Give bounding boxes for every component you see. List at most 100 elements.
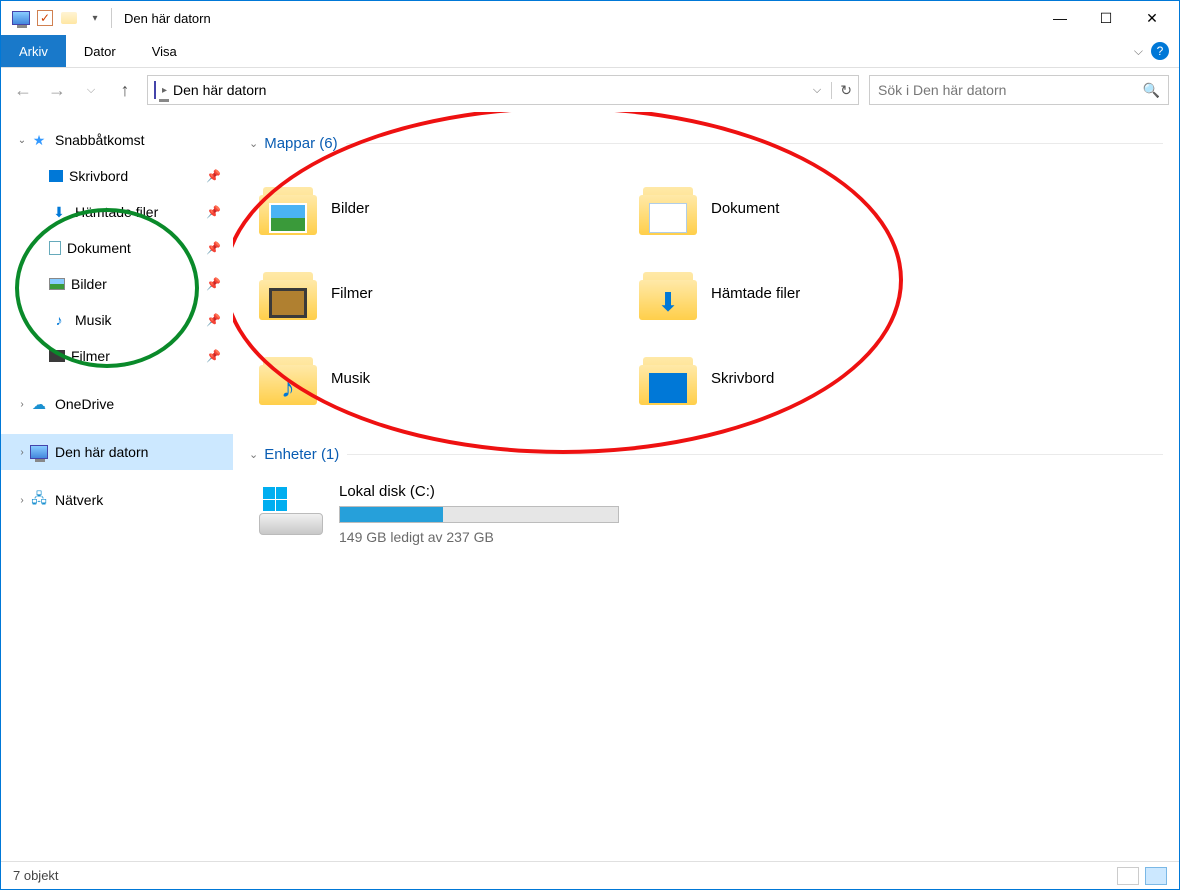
chevron-down-icon[interactable]: ⌄ — [15, 135, 29, 146]
sidebar-item-desktop[interactable]: Skrivbord 📌 — [1, 158, 233, 194]
ribbon-expand-icon[interactable]: ⌵ — [1134, 44, 1143, 59]
folder-icon — [639, 183, 697, 235]
chevron-right-icon[interactable]: › — [15, 495, 29, 506]
sidebar-item-label: Nätverk — [55, 492, 103, 508]
folder-icon — [259, 183, 317, 235]
music-icon: ♪ — [49, 310, 69, 330]
statusbar: 7 objekt — [1, 861, 1179, 889]
search-input[interactable] — [878, 82, 1143, 98]
folder-label: Bilder — [331, 200, 369, 217]
forward-button[interactable]: → — [45, 78, 69, 102]
folder-videos[interactable]: Filmer — [249, 251, 629, 336]
sidebar-item-label: Skrivbord — [69, 168, 128, 184]
section-folders-header[interactable]: ⌄ Mappar (6) — [249, 128, 1163, 158]
sidebar-item-label: Hämtade filer — [75, 204, 158, 220]
drive-icon — [259, 483, 325, 535]
pin-icon[interactable]: 📌 — [206, 205, 221, 219]
chevron-down-icon[interactable]: ⌄ — [249, 137, 258, 150]
help-icon[interactable]: ? — [1151, 42, 1169, 60]
folder-label: Dokument — [711, 200, 779, 217]
status-count: 7 objekt — [13, 868, 59, 883]
chevron-right-icon[interactable]: › — [15, 399, 29, 410]
recent-dropdown-icon[interactable]: ⌵ — [79, 78, 103, 102]
sidebar-item-label: Snabbåtkomst — [55, 132, 145, 148]
pc-icon — [11, 8, 31, 28]
tab-file[interactable]: Arkiv — [1, 35, 66, 67]
separator — [111, 8, 112, 28]
pc-icon — [29, 442, 49, 462]
folder-icon — [59, 8, 79, 28]
section-count: (1) — [321, 446, 339, 463]
sidebar-item-music[interactable]: ♪ Musik 📌 — [1, 302, 233, 338]
sidebar-item-pictures[interactable]: Bilder 📌 — [1, 266, 233, 302]
sidebar-quick-access[interactable]: ⌄ ★ Snabbåtkomst — [1, 122, 233, 158]
close-button[interactable]: ✕ — [1129, 3, 1175, 33]
ribbon: Arkiv Dator Visa ⌵ ? — [1, 35, 1179, 68]
pin-icon[interactable]: 📌 — [206, 313, 221, 327]
checkbox-icon[interactable]: ✓ — [37, 10, 53, 26]
pin-icon[interactable]: 📌 — [206, 349, 221, 363]
search-icon[interactable]: 🔍 — [1143, 82, 1160, 99]
back-button[interactable]: ← — [11, 78, 35, 102]
folder-music[interactable]: Musik — [249, 336, 629, 421]
pin-icon[interactable]: 📌 — [206, 241, 221, 255]
pc-icon — [154, 82, 156, 98]
sidebar-item-label: Bilder — [71, 276, 107, 292]
section-name: Enheter — [264, 446, 317, 463]
cloud-icon: ☁ — [29, 394, 49, 414]
folder-downloads[interactable]: Hämtade filer — [629, 251, 1009, 336]
folder-icon — [259, 353, 317, 405]
search-box[interactable]: 🔍 — [869, 75, 1169, 105]
pin-icon[interactable]: 📌 — [206, 169, 221, 183]
drive-local-c[interactable]: Lokal disk (C:) 149 GB ledigt av 237 GB — [249, 483, 1163, 545]
sidebar-this-pc[interactable]: › Den här datorn — [1, 434, 233, 470]
separator — [346, 143, 1163, 144]
tab-computer[interactable]: Dator — [66, 35, 134, 67]
sidebar-item-label: OneDrive — [55, 396, 114, 412]
sidebar-item-documents[interactable]: Dokument 📌 — [1, 230, 233, 266]
folder-label: Hämtade filer — [711, 285, 800, 302]
view-tiles-button[interactable] — [1145, 867, 1167, 885]
folder-label: Skrivbord — [711, 370, 774, 387]
folder-desktop[interactable]: Skrivbord — [629, 336, 1009, 421]
folder-label: Musik — [331, 370, 370, 387]
sidebar: ⌄ ★ Snabbåtkomst Skrivbord 📌 ⬇ Hämtade f… — [1, 112, 233, 861]
sidebar-onedrive[interactable]: › ☁ OneDrive — [1, 386, 233, 422]
chevron-right-icon[interactable]: ▸ — [162, 85, 167, 96]
separator — [347, 454, 1163, 455]
document-icon — [49, 241, 61, 255]
chevron-down-icon[interactable]: ⌄ — [249, 448, 258, 461]
download-icon: ⬇ — [49, 202, 69, 222]
minimize-button[interactable]: — — [1037, 3, 1083, 33]
tab-view[interactable]: Visa — [134, 35, 195, 67]
sidebar-item-videos[interactable]: Filmer 📌 — [1, 338, 233, 374]
section-name: Mappar — [264, 135, 315, 152]
window-title: Den här datorn — [124, 11, 1037, 26]
star-icon: ★ — [29, 130, 49, 150]
up-button[interactable]: ↑ — [113, 78, 137, 102]
maximize-button[interactable]: ☐ — [1083, 3, 1129, 33]
view-details-button[interactable] — [1117, 867, 1139, 885]
folder-pictures[interactable]: Bilder — [249, 166, 629, 251]
picture-icon — [49, 278, 65, 290]
qat-dropdown-icon[interactable]: ▾ — [85, 8, 105, 28]
network-icon: 🖧 — [29, 490, 49, 510]
section-devices-header[interactable]: ⌄ Enheter (1) — [249, 439, 1163, 469]
address-bar[interactable]: ▸ Den här datorn ⌵ ↻ — [147, 75, 859, 105]
pin-icon[interactable]: 📌 — [206, 277, 221, 291]
section-count: (6) — [319, 135, 337, 152]
address-dropdown-icon[interactable]: ⌵ — [813, 84, 821, 97]
folder-icon — [259, 268, 317, 320]
breadcrumb[interactable]: Den här datorn — [173, 82, 266, 98]
sidebar-item-label: Den här datorn — [55, 444, 148, 460]
titlebar: ✓ ▾ Den här datorn — ☐ ✕ — [1, 1, 1179, 35]
folder-label: Filmer — [331, 285, 373, 302]
chevron-right-icon[interactable]: › — [15, 447, 29, 458]
refresh-button[interactable]: ↻ — [831, 82, 852, 99]
sidebar-item-label: Dokument — [67, 240, 131, 256]
folder-documents[interactable]: Dokument — [629, 166, 1009, 251]
sidebar-item-downloads[interactable]: ⬇ Hämtade filer 📌 — [1, 194, 233, 230]
video-icon — [49, 350, 65, 362]
navbar: ← → ⌵ ↑ ▸ Den här datorn ⌵ ↻ 🔍 — [1, 68, 1179, 112]
sidebar-network[interactable]: › 🖧 Nätverk — [1, 482, 233, 518]
